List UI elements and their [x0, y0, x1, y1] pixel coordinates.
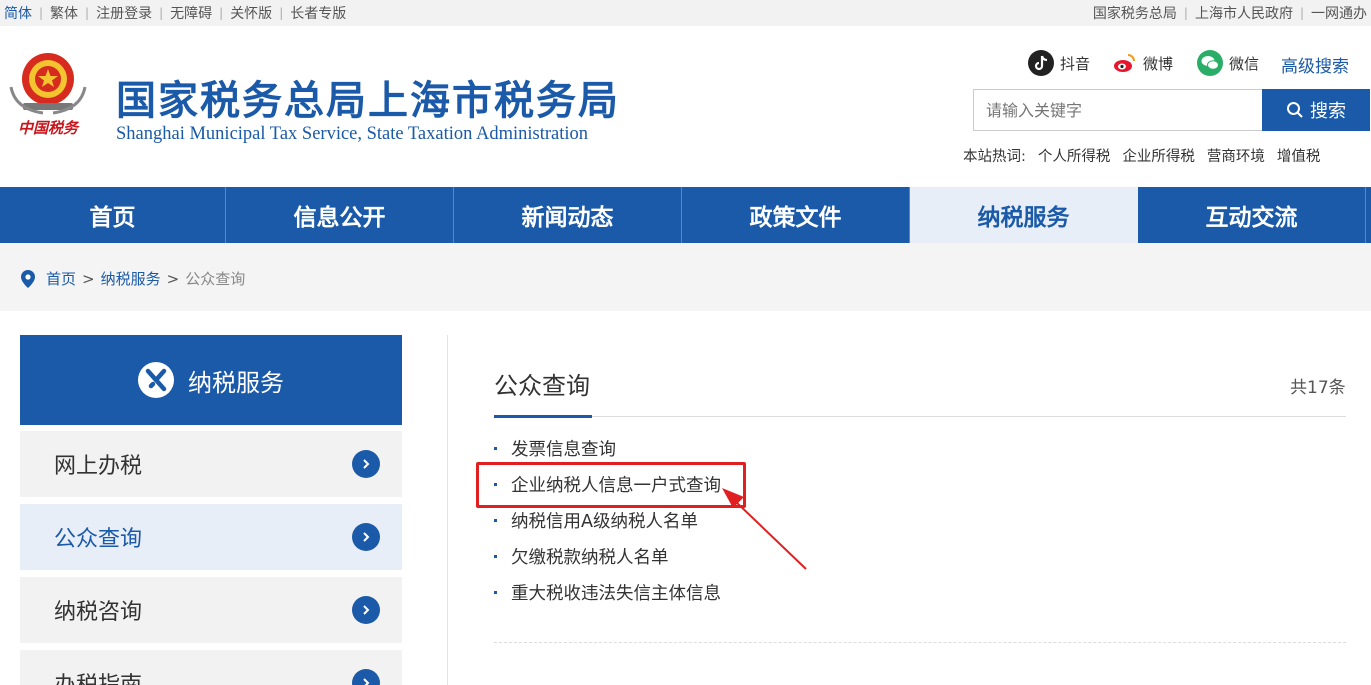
chevron-right-icon	[352, 523, 380, 551]
social-label-wechat: 微信	[1229, 54, 1260, 73]
nav-item-news[interactable]: 新闻动态	[454, 187, 682, 243]
tax-service-logo-icon	[138, 362, 174, 398]
social-label-weibo: 微博	[1143, 54, 1174, 73]
topbar-link-simplified[interactable]: 简体	[4, 3, 32, 23]
content-title: 公众查询	[494, 372, 590, 400]
site-title: 国家税务总局上海市税务局	[116, 78, 620, 124]
hot-word-item[interactable]: 个人所得税	[1038, 145, 1111, 166]
topbar-link-register-login[interactable]: 注册登录	[96, 3, 152, 23]
bullet	[494, 446, 497, 450]
bullet	[494, 554, 497, 558]
topbar-link-care-edition[interactable]: 关怀版	[230, 3, 272, 23]
breadcrumb-separator: >	[82, 269, 95, 288]
sidebar-item-label: 公众查询	[54, 527, 143, 552]
chevron-right-icon	[352, 596, 380, 624]
hot-word-item[interactable]: 企业所得税	[1122, 145, 1195, 166]
topbar-link-elder-edition[interactable]: 长者专版	[290, 3, 346, 23]
hot-words: 本站热词: 个人所得税 企业所得税 营商环境 增值税	[963, 145, 1320, 166]
topbar-link-accessibility[interactable]: 无障碍	[170, 3, 212, 23]
separator: |	[219, 6, 224, 20]
hot-word-item[interactable]: 增值税	[1277, 145, 1321, 166]
separator: |	[85, 6, 90, 20]
main-nav: 首页 信息公开 新闻动态 政策文件 纳税服务 互动交流	[0, 187, 1371, 243]
separator: |	[39, 6, 44, 20]
social-link-douyin[interactable]: 抖音	[1028, 50, 1090, 76]
site-subtitle: Shanghai Municipal Tax Service, State Ta…	[116, 124, 588, 144]
breadcrumb-separator: >	[166, 269, 180, 288]
top-utility-bar: 简体 | 繁体 | 注册登录 | 无障碍 | 关怀版 | 长者专版 国家税务总局…	[0, 0, 1371, 26]
list-item-tax-arrears[interactable]: 欠缴税款纳税人名单	[494, 538, 721, 574]
sidebar-title: 纳税服务	[188, 368, 284, 397]
separator: |	[1183, 6, 1188, 20]
item-count: 共17条	[1290, 378, 1346, 398]
list-item-label: 重大税收违法失信主体信息	[511, 583, 721, 604]
list-item-invoice-query[interactable]: 发票信息查询	[494, 430, 721, 466]
title-accent-bar	[494, 415, 592, 418]
hot-word-item[interactable]: 营商环境	[1207, 145, 1265, 166]
list-item-label: 发票信息查询	[511, 439, 616, 460]
sidebar-item-public-query[interactable]: 公众查询	[20, 504, 402, 570]
search-icon	[1287, 102, 1303, 118]
national-emblem-logo: 中国税务	[9, 53, 87, 137]
separator: |	[279, 6, 284, 20]
topbar-link-sta[interactable]: 国家税务总局	[1093, 3, 1177, 23]
sidebar-header: 纳税服务	[20, 335, 402, 425]
advanced-search-link[interactable]: 高级搜索	[1281, 52, 1349, 77]
social-label-douyin: 抖音	[1060, 54, 1091, 73]
social-link-wechat[interactable]: 微信	[1197, 50, 1259, 76]
breadcrumb-current: 公众查询	[185, 270, 246, 288]
query-list: 发票信息查询 企业纳税人信息一户式查询 纳税信用A级纳税人名单 欠缴税款纳税人名…	[494, 430, 721, 610]
topbar-link-traditional[interactable]: 繁体	[50, 3, 78, 23]
douyin-icon	[1028, 50, 1054, 76]
bullet	[494, 518, 497, 522]
bullet	[494, 590, 497, 594]
location-pin-icon	[21, 269, 35, 288]
sidebar-item-online-tax[interactable]: 网上办税	[20, 431, 402, 497]
sidebar-item-label: 网上办税	[54, 454, 143, 479]
list-item-label: 欠缴税款纳税人名单	[511, 547, 669, 568]
emblem-caption: 中国税务	[18, 119, 80, 137]
top-right-links: 国家税务总局 | 上海市人民政府 | 一网通办	[1093, 3, 1367, 23]
sidebar-item-tax-consult[interactable]: 纳税咨询	[20, 577, 402, 643]
top-left-links: 简体 | 繁体 | 注册登录 | 无障碍 | 关怀版 | 长者专版	[4, 3, 346, 23]
separator: |	[1299, 6, 1304, 20]
nav-item-interaction[interactable]: 互动交流	[1138, 187, 1366, 243]
nav-item-home[interactable]: 首页	[0, 187, 226, 243]
chevron-right-icon	[352, 669, 380, 685]
search-input[interactable]	[973, 89, 1262, 131]
social-link-weibo[interactable]: 微博	[1111, 50, 1173, 76]
hot-words-label: 本站热词:	[963, 149, 1026, 165]
breadcrumb-home[interactable]: 首页	[46, 268, 76, 289]
nav-item-policy[interactable]: 政策文件	[682, 187, 910, 243]
search-button-label: 搜索	[1310, 101, 1346, 122]
topbar-link-shanghai-gov[interactable]: 上海市人民政府	[1195, 3, 1293, 23]
sidebar-item-label: 办税指南	[54, 667, 142, 685]
annotation-highlight-box	[476, 462, 746, 508]
sidebar-item-tax-guide[interactable]: 办税指南	[20, 650, 402, 685]
title-underline	[494, 416, 1346, 417]
list-item-major-violation[interactable]: 重大税收违法失信主体信息	[494, 574, 721, 610]
breadcrumb-tax-service[interactable]: 纳税服务	[101, 268, 161, 289]
nav-item-tax-service[interactable]: 纳税服务	[910, 187, 1138, 243]
wechat-icon	[1197, 50, 1223, 76]
chevron-right-icon	[352, 450, 380, 478]
list-item-label: 纳税信用A级纳税人名单	[511, 511, 698, 532]
search-button[interactable]: 搜索	[1262, 89, 1370, 131]
weibo-icon	[1111, 50, 1137, 76]
sidebar-item-label: 纳税咨询	[54, 600, 143, 625]
breadcrumb: 首页 > 纳税服务 > 公众查询	[20, 268, 245, 289]
nav-item-info-disclosure[interactable]: 信息公开	[226, 187, 454, 243]
separator: |	[159, 6, 164, 20]
topbar-link-one-net[interactable]: 一网通办	[1311, 3, 1367, 23]
column-divider	[447, 335, 448, 685]
list-bottom-divider	[494, 642, 1346, 643]
